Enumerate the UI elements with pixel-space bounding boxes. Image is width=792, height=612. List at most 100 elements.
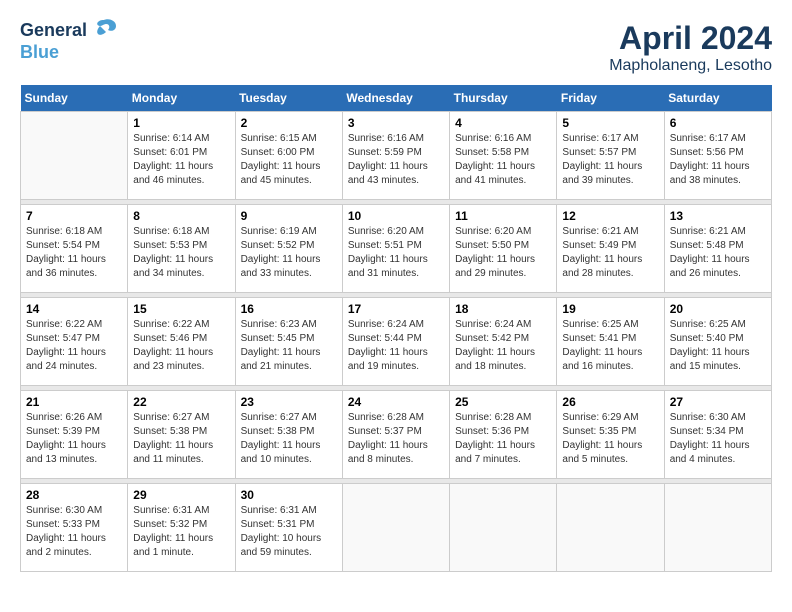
location-subtitle: Mapholaneng, Lesotho	[609, 57, 772, 75]
day-header-tuesday: Tuesday	[235, 85, 342, 112]
day-header-thursday: Thursday	[450, 85, 557, 112]
day-number: 7	[26, 209, 122, 223]
calendar-cell: 25Sunrise: 6:28 AM Sunset: 5:36 PM Dayli…	[450, 391, 557, 479]
calendar-cell: 18 Sunrise: 6:24 AM Sunset: 5:42 PM Dayli…	[450, 298, 557, 386]
calendar-cell: 14 Sunrise: 6:22 AM Sunset: 5:47 PM Dayli…	[21, 298, 128, 386]
day-number: 2	[241, 116, 337, 130]
calendar-cell: 10 Sunrise: 6:20 AM Sunset: 5:51 PM Dayli…	[342, 205, 449, 293]
day-info: Sunrise: 6:14 AM Sunset: 6:01 PM Dayligh…	[133, 132, 229, 188]
calendar-cell: 30Sunrise: 6:31 AM Sunset: 5:31 PM Dayli…	[235, 484, 342, 572]
calendar-cell: 12 Sunrise: 6:21 AM Sunset: 5:49 PM Dayli…	[557, 205, 664, 293]
day-info: Sunrise: 6:30 AM Sunset: 5:34 PM Dayligh…	[670, 411, 766, 467]
page-header: General Blue April 2024 Mapholaneng, Les…	[20, 20, 772, 75]
day-number: 6	[670, 116, 766, 130]
day-number: 14	[26, 302, 122, 316]
day-number: 25	[455, 395, 551, 409]
day-number: 16	[241, 302, 337, 316]
calendar-table: SundayMondayTuesdayWednesdayThursdayFrid…	[20, 85, 772, 572]
day-info: Sunrise: 6:31 AM Sunset: 5:31 PM Dayligh…	[241, 504, 337, 560]
calendar-cell: 19 Sunrise: 6:25 AM Sunset: 5:41 PM Dayli…	[557, 298, 664, 386]
day-info: Sunrise: 6:17 AM Sunset: 5:57 PM Dayligh…	[562, 132, 658, 188]
calendar-cell: 23 Sunrise: 6:27 AM Sunset: 5:38 PM Dayli…	[235, 391, 342, 479]
calendar-week-row: 21 Sunrise: 6:26 AM Sunset: 5:39 PM Dayli…	[21, 391, 772, 479]
day-number: 27	[670, 395, 766, 409]
title-block: April 2024 Mapholaneng, Lesotho	[609, 20, 772, 75]
day-number: 26	[562, 395, 658, 409]
day-number: 21	[26, 395, 122, 409]
day-number: 8	[133, 209, 229, 223]
day-header-friday: Friday	[557, 85, 664, 112]
calendar-week-row: 1 Sunrise: 6:14 AM Sunset: 6:01 PM Daylig…	[21, 112, 772, 200]
day-number: 1	[133, 116, 229, 130]
day-info: Sunrise: 6:20 AM Sunset: 5:50 PM Dayligh…	[455, 225, 551, 281]
calendar-cell: 15Sunrise: 6:22 AM Sunset: 5:46 PM Dayli…	[128, 298, 235, 386]
day-info: Sunrise: 6:21 AM Sunset: 5:48 PM Dayligh…	[670, 225, 766, 281]
calendar-cell	[21, 112, 128, 200]
day-number: 17	[348, 302, 444, 316]
calendar-cell: 6 Sunrise: 6:17 AM Sunset: 5:56 PM Daylig…	[664, 112, 771, 200]
day-number: 22	[133, 395, 229, 409]
calendar-cell: 17Sunrise: 6:24 AM Sunset: 5:44 PM Dayli…	[342, 298, 449, 386]
calendar-cell: 21 Sunrise: 6:26 AM Sunset: 5:39 PM Dayli…	[21, 391, 128, 479]
calendar-week-row: 7 Sunrise: 6:18 AM Sunset: 5:54 PM Daylig…	[21, 205, 772, 293]
month-year-title: April 2024	[609, 20, 772, 57]
day-number: 18	[455, 302, 551, 316]
day-info: Sunrise: 6:20 AM Sunset: 5:51 PM Dayligh…	[348, 225, 444, 281]
day-number: 12	[562, 209, 658, 223]
day-number: 3	[348, 116, 444, 130]
day-info: Sunrise: 6:16 AM Sunset: 5:58 PM Dayligh…	[455, 132, 551, 188]
calendar-cell: 13 Sunrise: 6:21 AM Sunset: 5:48 PM Dayli…	[664, 205, 771, 293]
day-number: 20	[670, 302, 766, 316]
day-number: 19	[562, 302, 658, 316]
day-number: 23	[241, 395, 337, 409]
day-info: Sunrise: 6:17 AM Sunset: 5:56 PM Dayligh…	[670, 132, 766, 188]
calendar-cell: 7 Sunrise: 6:18 AM Sunset: 5:54 PM Daylig…	[21, 205, 128, 293]
day-number: 4	[455, 116, 551, 130]
calendar-cell	[664, 484, 771, 572]
logo-text: General Blue	[20, 20, 118, 63]
day-info: Sunrise: 6:22 AM Sunset: 5:47 PM Dayligh…	[26, 318, 122, 374]
calendar-header-row: SundayMondayTuesdayWednesdayThursdayFrid…	[21, 85, 772, 112]
day-number: 13	[670, 209, 766, 223]
day-info: Sunrise: 6:15 AM Sunset: 6:00 PM Dayligh…	[241, 132, 337, 188]
day-header-sunday: Sunday	[21, 85, 128, 112]
logo-bird-icon	[90, 18, 118, 40]
day-info: Sunrise: 6:26 AM Sunset: 5:39 PM Dayligh…	[26, 411, 122, 467]
calendar-cell: 8 Sunrise: 6:18 AM Sunset: 5:53 PM Daylig…	[128, 205, 235, 293]
day-info: Sunrise: 6:25 AM Sunset: 5:40 PM Dayligh…	[670, 318, 766, 374]
day-number: 5	[562, 116, 658, 130]
calendar-cell: 1 Sunrise: 6:14 AM Sunset: 6:01 PM Daylig…	[128, 112, 235, 200]
day-header-monday: Monday	[128, 85, 235, 112]
calendar-cell	[557, 484, 664, 572]
day-info: Sunrise: 6:28 AM Sunset: 5:37 PM Dayligh…	[348, 411, 444, 467]
calendar-cell: 24Sunrise: 6:28 AM Sunset: 5:37 PM Dayli…	[342, 391, 449, 479]
day-info: Sunrise: 6:30 AM Sunset: 5:33 PM Dayligh…	[26, 504, 122, 560]
day-info: Sunrise: 6:18 AM Sunset: 5:54 PM Dayligh…	[26, 225, 122, 281]
calendar-cell	[342, 484, 449, 572]
calendar-cell: 26 Sunrise: 6:29 AM Sunset: 5:35 PM Dayli…	[557, 391, 664, 479]
calendar-week-row: 28Sunrise: 6:30 AM Sunset: 5:33 PM Dayli…	[21, 484, 772, 572]
day-number: 29	[133, 488, 229, 502]
day-info: Sunrise: 6:24 AM Sunset: 5:42 PM Dayligh…	[455, 318, 551, 374]
day-info: Sunrise: 6:25 AM Sunset: 5:41 PM Dayligh…	[562, 318, 658, 374]
day-info: Sunrise: 6:31 AM Sunset: 5:32 PM Dayligh…	[133, 504, 229, 560]
calendar-cell: 11Sunrise: 6:20 AM Sunset: 5:50 PM Dayli…	[450, 205, 557, 293]
calendar-cell: 16 Sunrise: 6:23 AM Sunset: 5:45 PM Dayli…	[235, 298, 342, 386]
day-info: Sunrise: 6:27 AM Sunset: 5:38 PM Dayligh…	[133, 411, 229, 467]
day-info: Sunrise: 6:27 AM Sunset: 5:38 PM Dayligh…	[241, 411, 337, 467]
calendar-cell: 5 Sunrise: 6:17 AM Sunset: 5:57 PM Daylig…	[557, 112, 664, 200]
calendar-week-row: 14 Sunrise: 6:22 AM Sunset: 5:47 PM Dayli…	[21, 298, 772, 386]
calendar-cell: 3 Sunrise: 6:16 AM Sunset: 5:59 PM Daylig…	[342, 112, 449, 200]
day-header-wednesday: Wednesday	[342, 85, 449, 112]
day-info: Sunrise: 6:18 AM Sunset: 5:53 PM Dayligh…	[133, 225, 229, 281]
day-number: 10	[348, 209, 444, 223]
day-info: Sunrise: 6:21 AM Sunset: 5:49 PM Dayligh…	[562, 225, 658, 281]
calendar-cell: 20 Sunrise: 6:25 AM Sunset: 5:40 PM Dayli…	[664, 298, 771, 386]
calendar-cell	[450, 484, 557, 572]
day-info: Sunrise: 6:23 AM Sunset: 5:45 PM Dayligh…	[241, 318, 337, 374]
calendar-cell: 22 Sunrise: 6:27 AM Sunset: 5:38 PM Dayli…	[128, 391, 235, 479]
day-number: 9	[241, 209, 337, 223]
day-info: Sunrise: 6:29 AM Sunset: 5:35 PM Dayligh…	[562, 411, 658, 467]
calendar-cell: 29 Sunrise: 6:31 AM Sunset: 5:32 PM Dayli…	[128, 484, 235, 572]
day-info: Sunrise: 6:16 AM Sunset: 5:59 PM Dayligh…	[348, 132, 444, 188]
